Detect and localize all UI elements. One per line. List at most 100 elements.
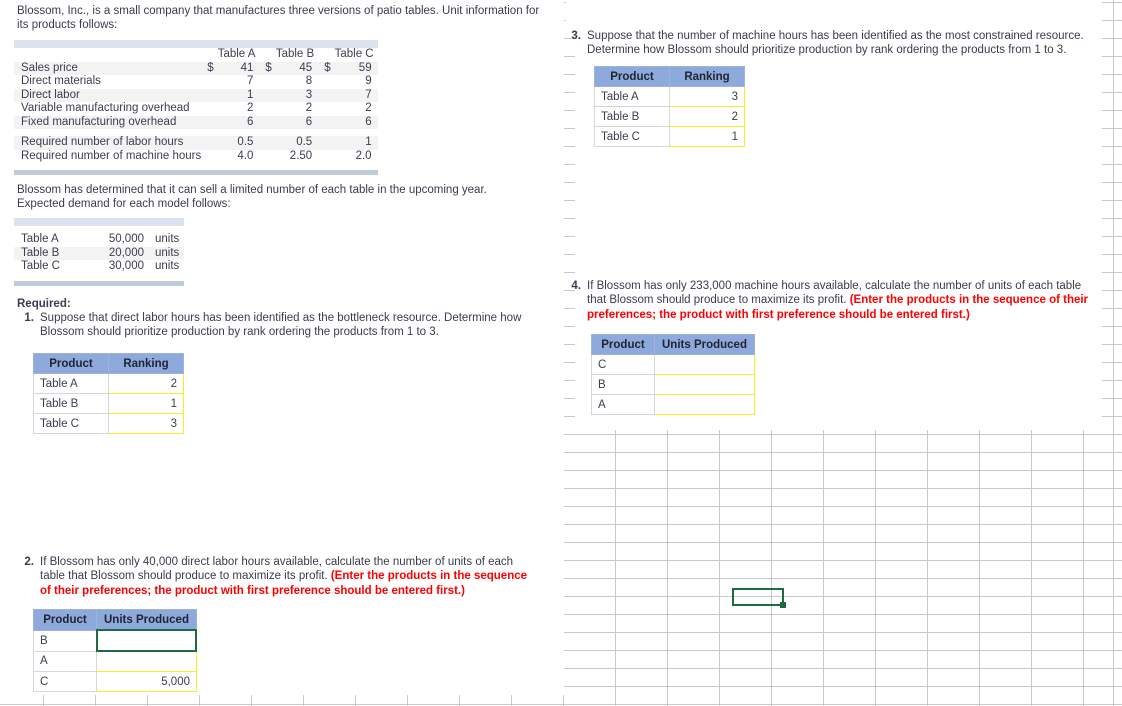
question-4-number: 4. — [571, 280, 581, 292]
table-row: Table A 50,000 units — [14, 233, 184, 247]
row-label: Table A — [14, 233, 99, 247]
value-table-b: 8 — [271, 75, 319, 89]
table-header-band — [14, 40, 378, 48]
table-row: A — [33, 650, 197, 672]
unit-info-column-headers: Table A Table B Table C — [14, 48, 378, 62]
product-label: Table B — [33, 393, 109, 414]
value-table-a: 0.5 — [213, 136, 260, 150]
question-2-answer-table[interactable]: Product Units Produced B A C 5,000 — [33, 609, 198, 692]
column-header-product: Product — [594, 66, 670, 87]
ranking-input-table-c[interactable]: 1 — [669, 126, 745, 147]
product-label: A — [33, 650, 97, 672]
table-spacer-row — [14, 226, 184, 233]
value-table-c: 59 — [330, 61, 378, 75]
row-label: Variable manufacturing overhead — [14, 102, 202, 116]
value-table-a: 41 — [213, 61, 260, 75]
value-table-b: 3 — [271, 88, 319, 102]
expected-demand-table: Table A 50,000 units Table B 20,000 unit… — [14, 218, 184, 286]
row-unit: units — [150, 233, 184, 247]
table-header-row: Product Units Produced — [591, 334, 755, 355]
row-label: Sales price — [14, 61, 202, 75]
value-table-c: 6 — [330, 115, 378, 129]
product-label: Table B — [594, 106, 670, 127]
units-input-b[interactable] — [95, 629, 198, 652]
spreadsheet-worksheet: Blossom, Inc., is a small company that m… — [0, 0, 1122, 706]
column-header-ranking: Ranking — [108, 353, 184, 374]
question-1-text: Suppose that direct labor hours has been… — [40, 312, 522, 339]
ranking-input-table-c[interactable]: 3 — [108, 413, 184, 434]
question-1-number: 1. — [24, 312, 34, 324]
units-input-a[interactable] — [96, 650, 197, 672]
table-row: Table A 3 — [594, 86, 745, 107]
table-header-row: Product Ranking — [33, 353, 184, 374]
column-header-product: Product — [33, 353, 109, 374]
table-row: Required number of machine hours 4.0 2.5… — [14, 149, 378, 163]
table-row: Table C 1 — [594, 126, 745, 147]
question-2: 2. If Blossom has only 40,000 direct lab… — [17, 555, 541, 598]
table-row: Direct materials 7 8 9 — [14, 75, 378, 89]
table-row: Table C 30,000 units — [14, 260, 184, 274]
question-4-answer-table[interactable]: Product Units Produced C B A — [591, 334, 755, 415]
demand-paragraph: Blossom has determined that it can sell … — [17, 184, 487, 211]
question-3-answer-table[interactable]: Product Ranking Table A 3 Table B 2 Tabl… — [594, 66, 745, 147]
table-row: Table C 3 — [33, 413, 184, 434]
table-row: Sales price $ 41 $ 45 $ 59 — [14, 61, 378, 75]
value-table-b: 45 — [271, 61, 319, 75]
product-label: C — [591, 354, 655, 375]
product-label: Table C — [594, 126, 670, 147]
product-label: B — [33, 629, 97, 652]
ranking-input-table-a[interactable]: 3 — [669, 86, 745, 107]
value-table-b: 6 — [271, 115, 319, 129]
product-label: C — [33, 671, 97, 692]
units-input-a[interactable] — [654, 394, 755, 415]
units-input-b[interactable] — [654, 374, 755, 395]
table-row: Direct labor 1 3 7 — [14, 88, 378, 102]
table-row: Fixed manufacturing overhead 6 6 6 — [14, 115, 378, 129]
row-value: 20,000 — [99, 246, 150, 260]
active-cell-selection[interactable] — [732, 588, 784, 606]
table-row: Table B 1 — [33, 393, 184, 414]
product-label: Table A — [594, 86, 670, 107]
table-row: Table B 20,000 units — [14, 246, 184, 260]
value-table-a: 7 — [213, 75, 260, 89]
intro-paragraph: Blossom, Inc., is a small company that m… — [17, 5, 540, 32]
question-1-answer-table[interactable]: Product Ranking Table A 2 Table B 1 Tabl… — [33, 353, 184, 434]
row-label: Direct materials — [14, 75, 202, 89]
table-row: Required number of labor hours 0.5 0.5 1 — [14, 136, 378, 150]
value-table-c: 9 — [330, 75, 378, 89]
fill-handle[interactable] — [780, 602, 786, 608]
row-label: Required number of labor hours — [14, 136, 202, 150]
value-table-b: 0.5 — [271, 136, 319, 150]
row-value: 50,000 — [99, 233, 150, 247]
table-row: Table B 2 — [594, 106, 745, 127]
value-table-c: 2 — [330, 102, 378, 116]
table-row: Variable manufacturing overhead 2 2 2 — [14, 102, 378, 116]
value-table-a: 4.0 — [213, 149, 260, 163]
value-table-c: 1 — [330, 136, 378, 150]
value-table-a: 2 — [213, 102, 260, 116]
table-header-row: Product Ranking — [594, 66, 745, 87]
value-table-c: 2.0 — [330, 149, 378, 163]
row-label: Direct labor — [14, 88, 202, 102]
product-label: Table C — [33, 413, 109, 434]
row-unit: units — [150, 246, 184, 260]
table-spacer-row — [14, 163, 378, 170]
ranking-input-table-b[interactable]: 2 — [669, 106, 745, 127]
column-header-product: Product — [33, 609, 97, 631]
units-input-c[interactable]: 5,000 — [96, 671, 197, 692]
currency-symbol-a: $ — [201, 61, 214, 75]
ranking-input-table-b[interactable]: 1 — [108, 393, 184, 414]
value-table-b: 2 — [271, 102, 319, 116]
row-label: Table B — [14, 246, 99, 260]
required-heading: Required: — [17, 298, 71, 310]
table-row: B — [33, 629, 198, 652]
question-2-number: 2. — [24, 556, 34, 568]
value-table-b: 2.50 — [271, 149, 319, 163]
table-spacer-row — [14, 273, 184, 281]
row-label: Fixed manufacturing overhead — [14, 115, 202, 129]
table-header-row: Product Units Produced — [33, 609, 197, 631]
ranking-input-table-a[interactable]: 2 — [108, 373, 184, 394]
question-3-text: Suppose that the number of machine hours… — [587, 30, 1084, 57]
units-input-c[interactable] — [654, 354, 755, 375]
product-label: A — [591, 394, 655, 415]
